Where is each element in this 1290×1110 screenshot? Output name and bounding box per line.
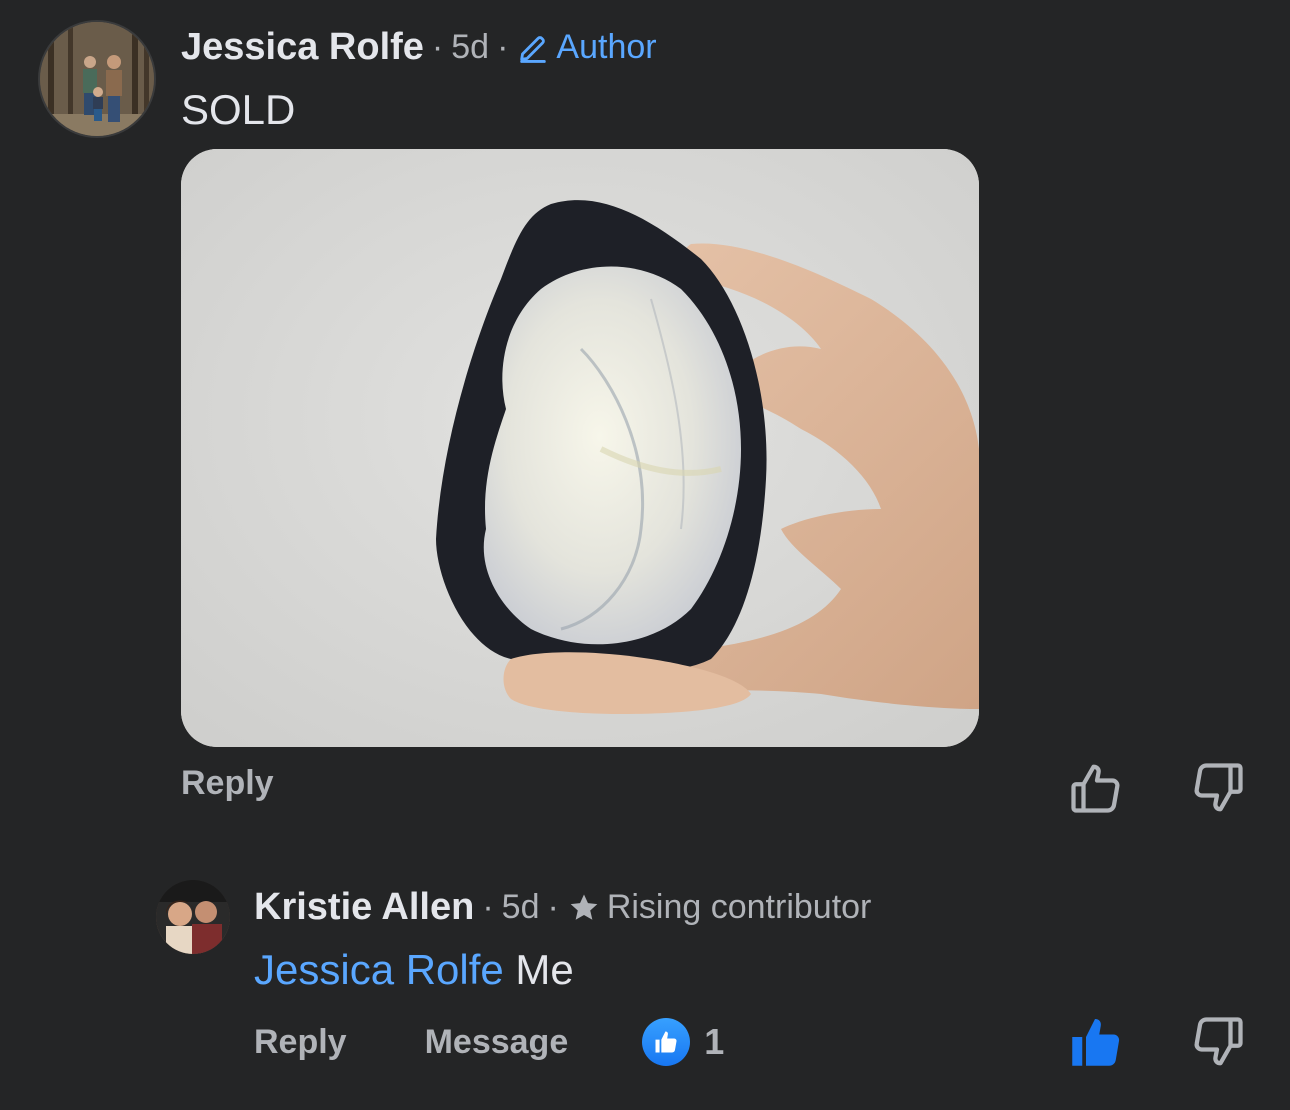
comment-body: Me [503, 946, 574, 993]
author-badge-label: Author [556, 28, 657, 66]
comment-header-2: Kristie Allen · 5d · Rising contributor [254, 886, 871, 929]
separator: · [547, 888, 559, 926]
comment-photo[interactable] [181, 149, 979, 747]
reply-button[interactable]: Reply [254, 1023, 347, 1062]
star-icon [570, 894, 598, 920]
like-button[interactable] [1066, 758, 1126, 818]
reply-button[interactable]: Reply [181, 764, 274, 803]
author-name[interactable]: Jessica Rolfe [181, 26, 424, 69]
photo-agate-stone [181, 149, 979, 747]
timestamp[interactable]: 5d [502, 888, 540, 927]
reaction-summary[interactable]: 1 [642, 1018, 724, 1066]
comment-header-1: Jessica Rolfe · 5d · Author [181, 26, 657, 69]
avatar-kristie-allen[interactable] [156, 880, 230, 954]
comment-text: SOLD [181, 86, 296, 133]
separator: · [497, 28, 509, 66]
separator: · [482, 888, 494, 926]
pencil-icon [520, 35, 547, 63]
like-reaction-badge [642, 1018, 691, 1066]
comment-text: Jessica Rolfe Me [254, 946, 574, 994]
author-badge: Author [516, 28, 657, 67]
separator: · [431, 28, 444, 66]
thumbs-up-icon [1072, 1019, 1120, 1066]
avatar-image [156, 880, 230, 954]
thumbs-up-icon [1071, 764, 1120, 813]
badge-label: Rising contributor [606, 888, 872, 926]
avatar-image [40, 22, 154, 136]
author-name[interactable]: Kristie Allen [254, 886, 474, 929]
thumbs-down-icon [1194, 763, 1243, 812]
thumbs-down-icon [1194, 1017, 1243, 1066]
comment-actions: Reply Message 1 [254, 1018, 724, 1066]
like-button-active[interactable] [1066, 1012, 1126, 1072]
dislike-button[interactable] [1188, 1012, 1248, 1072]
mention-link[interactable]: Jessica Rolfe [254, 946, 504, 993]
message-button[interactable]: Message [425, 1023, 569, 1062]
thumbs-up-icon [655, 1031, 677, 1053]
timestamp[interactable]: 5d [451, 28, 489, 67]
rising-contributor-badge: Rising contributor [567, 888, 872, 927]
avatar-jessica-rolfe[interactable] [38, 20, 156, 138]
dislike-button[interactable] [1188, 758, 1248, 818]
like-count: 1 [704, 1021, 725, 1062]
